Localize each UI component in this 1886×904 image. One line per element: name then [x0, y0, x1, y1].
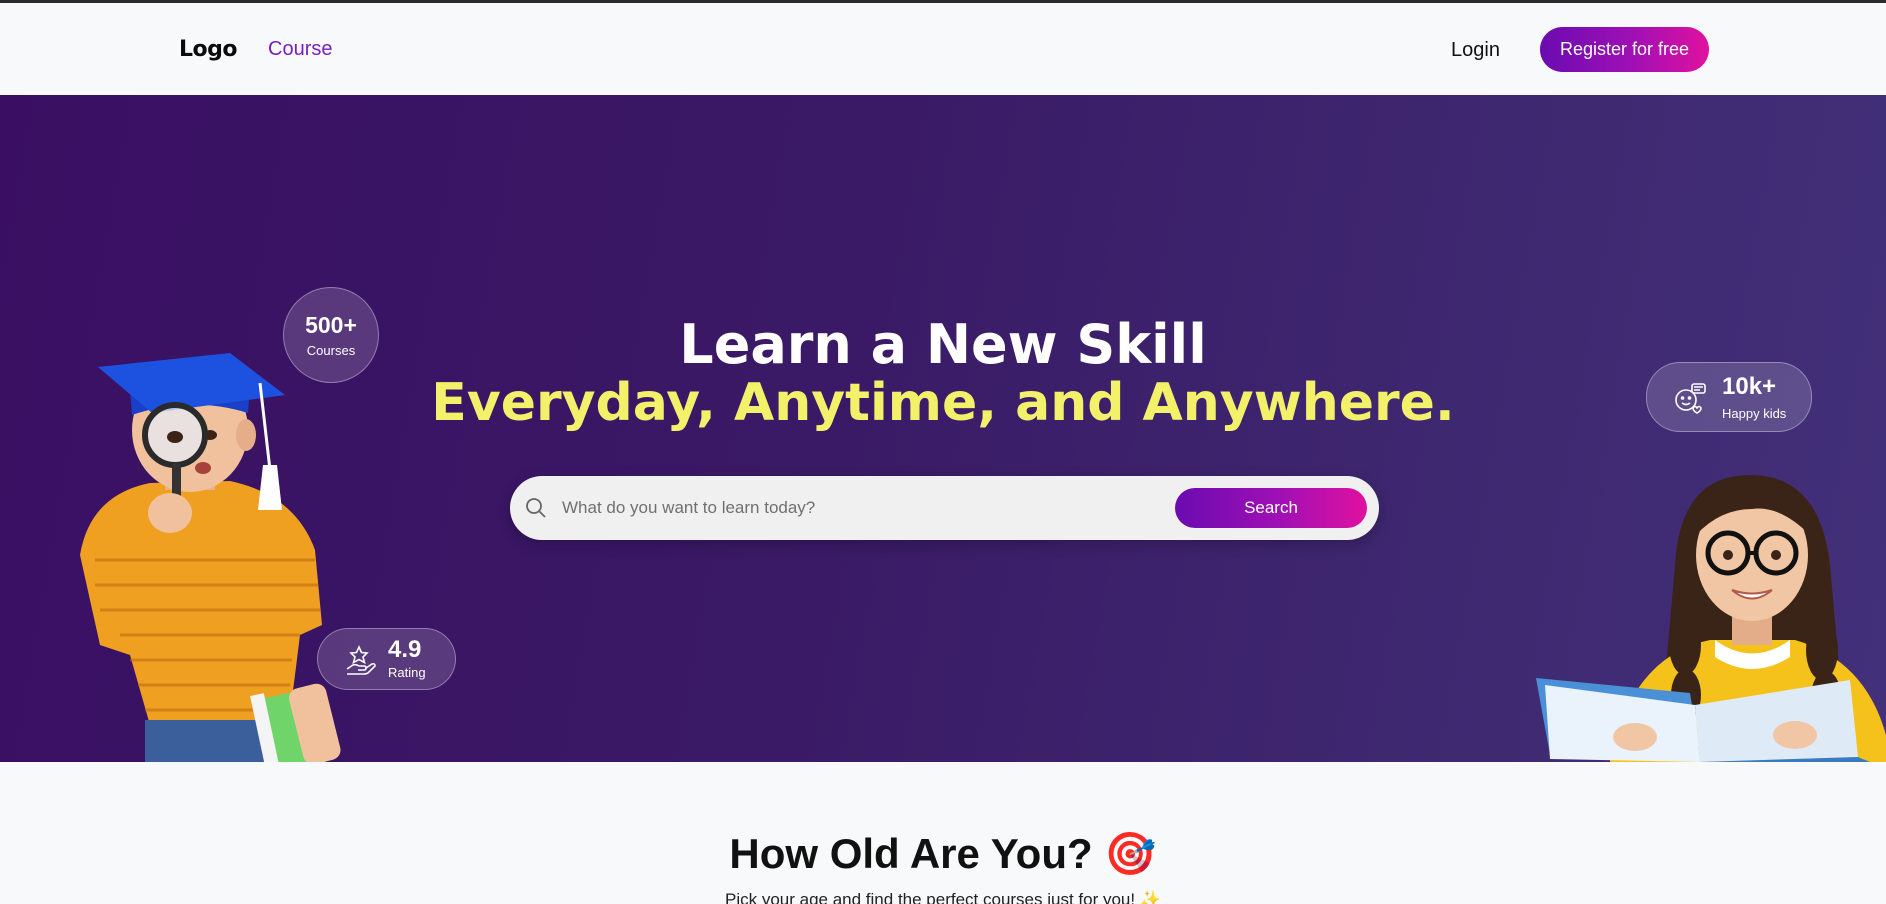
hero-title-line1: Learn a New Skill	[679, 313, 1207, 376]
search-bar: Search	[510, 476, 1379, 540]
login-link[interactable]: Login	[1451, 39, 1500, 62]
search-icon	[526, 498, 546, 518]
age-section-title: How Old Are You? 🎯	[729, 830, 1157, 877]
rating-stat-badge: 4.9 Rating	[317, 628, 456, 690]
hero-title-line2: Everyday, Anytime, and Anywhere.	[431, 373, 1455, 433]
rating-stat-value: 4.9	[388, 636, 422, 663]
rating-stat-label: Rating	[388, 665, 426, 680]
hero-section: 500+ Courses 10k+ Happy kids 4.9 Rating …	[0, 95, 1886, 762]
logo[interactable]: Logo	[179, 37, 238, 62]
register-button[interactable]: Register for free	[1540, 27, 1709, 72]
rating-hand-star-icon	[346, 645, 376, 675]
nav-link-course[interactable]: Course	[268, 38, 332, 61]
girl-reading-illustration	[1536, 475, 1886, 762]
search-input[interactable]	[562, 488, 1162, 528]
search-button[interactable]: Search	[1175, 488, 1367, 528]
age-section-subtitle: Pick your age and find the perfect cours…	[725, 890, 1161, 904]
navbar: Logo Course Login Register for free	[0, 3, 1886, 95]
